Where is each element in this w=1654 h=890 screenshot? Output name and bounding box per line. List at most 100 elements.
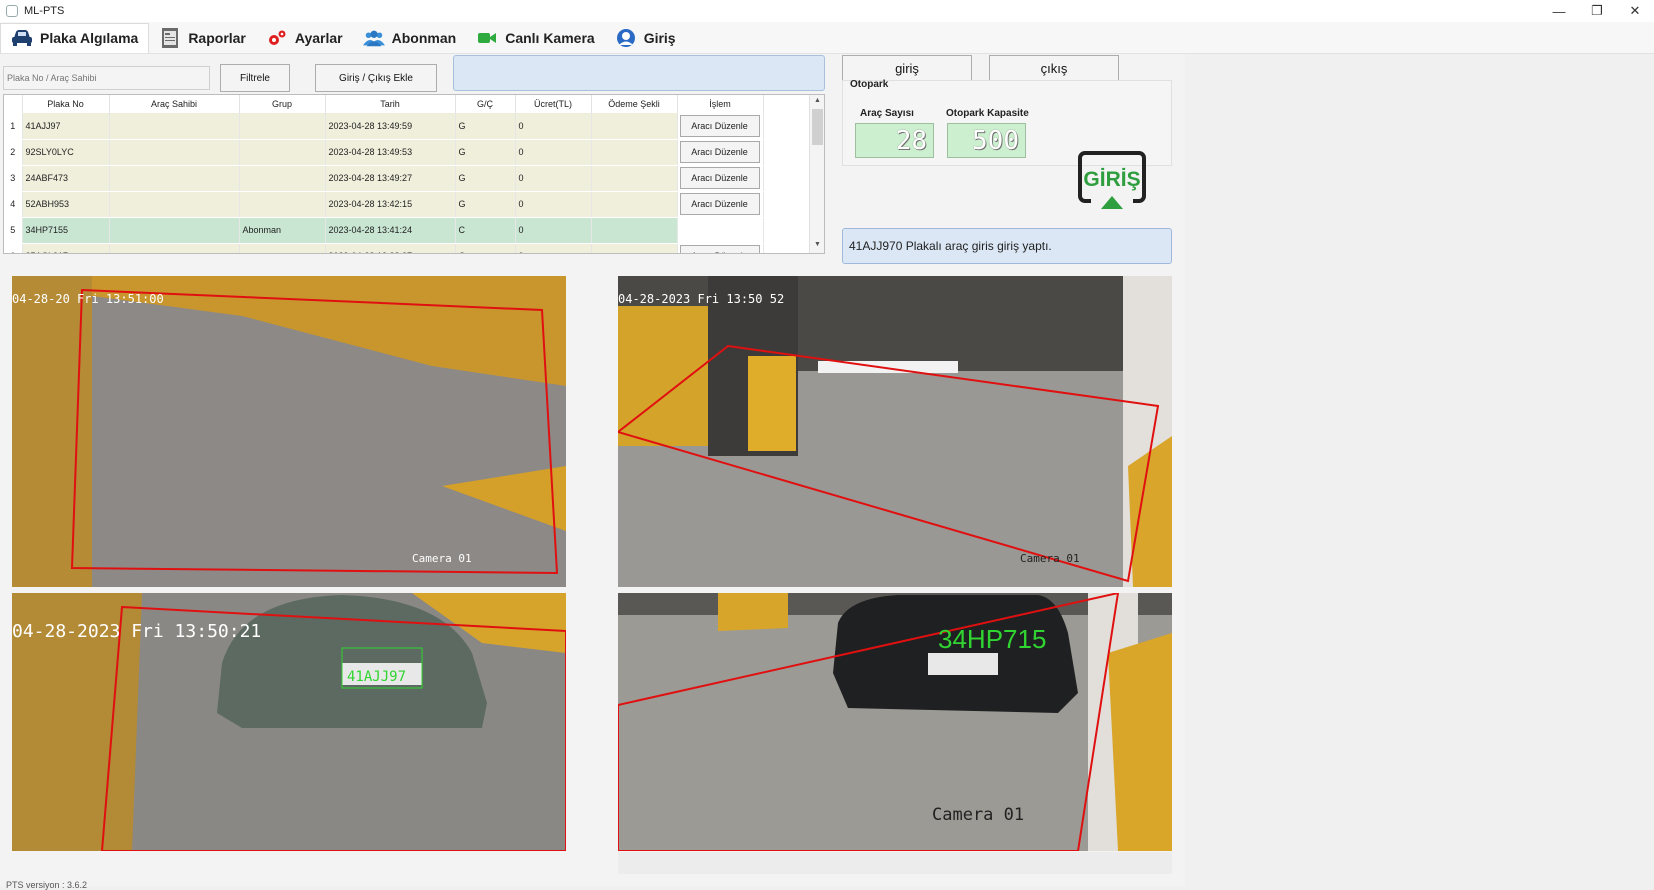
tab-raporlar[interactable]: Raporlar: [149, 23, 256, 53]
tab-ayarlar[interactable]: Ayarlar: [256, 23, 353, 53]
action-cell: Aracı Düzenle: [677, 113, 764, 140]
edit-vehicle-button[interactable]: Aracı Düzenle: [679, 114, 760, 137]
direction-cell: G: [455, 165, 516, 192]
table-row-subscriber[interactable]: 5 34HP7155 Abonman 2023-04-28 13:41:24 C…: [4, 217, 764, 244]
capacity-display: 500: [947, 123, 1026, 158]
scrollbar-thumb[interactable]: [812, 109, 823, 145]
action-cell: Aracı Düzenle: [677, 165, 764, 192]
add-entry-exit-button[interactable]: Giriş / Çıkış Ekle: [315, 64, 437, 92]
payment-cell: [591, 191, 678, 218]
plate-cell: 24ABF473: [22, 165, 110, 192]
minimize-button[interactable]: —: [1540, 0, 1578, 22]
title-bar: ML-PTS — ❐ ✕: [0, 0, 1654, 22]
plate-cell: 25ACL317: [22, 243, 110, 253]
scroll-up-icon[interactable]: ▲: [810, 97, 824, 109]
payment-cell: [591, 139, 678, 166]
table-row[interactable]: 2 92SLY0LYC 2023-04-28 13:49:53 G 0 Arac…: [4, 139, 764, 166]
column-header[interactable]: G/Ç: [455, 95, 516, 113]
column-header[interactable]: Ödeme Şekli: [591, 95, 678, 113]
row-number: 4: [4, 191, 23, 218]
column-header[interactable]: Tarih: [325, 95, 456, 113]
date-cell: 2023-04-28 13:49:53: [325, 139, 456, 166]
row-number: 3: [4, 165, 23, 192]
date-cell: 2023-04-28 13:49:59: [325, 113, 456, 140]
date-cell: 2023-04-28 13:28:27: [325, 243, 456, 253]
action-cell: Aracı Düzenle: [677, 139, 764, 166]
owner-cell: [109, 191, 240, 218]
date-cell: 2023-04-28 13:41:24: [325, 217, 456, 244]
tab-label: Canlı Kamera: [505, 29, 595, 46]
entry-button[interactable]: giriş: [842, 55, 972, 82]
owner-cell: [109, 139, 240, 166]
table-row[interactable]: 3 24ABF473 2023-04-28 13:49:27 G 0 Aracı…: [4, 165, 764, 192]
direction-cell: G: [455, 243, 516, 253]
info-box: [453, 55, 825, 91]
group-cell: [239, 191, 326, 218]
payment-cell: [591, 113, 678, 140]
camera-timestamp: 04-28-2023 Fri 13:50 52: [618, 292, 784, 306]
exit-button[interactable]: çıkış: [989, 55, 1119, 82]
table-row[interactable]: 6 25ACL317 2023-04-28 13:28:27 G 0 Aracı…: [4, 243, 764, 253]
tab-abonman[interactable]: Abonman: [353, 23, 467, 53]
edit-vehicle-button[interactable]: Aracı Düzenle: [679, 193, 760, 215]
payment-cell: [591, 217, 678, 244]
table-row[interactable]: 4 52ABH953 2023-04-28 13:42:15 G 0 Aracı…: [4, 191, 764, 218]
tab-giris[interactable]: Giriş: [605, 23, 686, 53]
camera-feed-3: 04-28-2023 Fri 13:50:21 41AJJ97: [12, 593, 566, 851]
scroll-down-icon[interactable]: ▼: [810, 241, 824, 253]
tab-plaka-algilama[interactable]: Plaka Algılama: [0, 22, 150, 53]
camera-timestamp: 04-28-20 Fri 13:51:00: [12, 292, 164, 306]
window-controls: — ❐ ✕: [1540, 0, 1654, 22]
close-button[interactable]: ✕: [1616, 0, 1654, 22]
users-icon: [362, 28, 385, 48]
payment-cell: [591, 243, 678, 253]
maximize-button[interactable]: ❐: [1578, 0, 1616, 22]
plate-cell: 92SLY0LYC: [22, 139, 110, 166]
main-menu: Plaka Algılama Raporlar Ayarlar Abonman …: [0, 22, 1654, 54]
capacity-label: Otopark Kapasite: [946, 108, 1029, 119]
column-header[interactable]: İşlem: [677, 95, 764, 113]
column-header[interactable]: Plaka No: [22, 95, 110, 113]
owner-cell: [109, 113, 240, 140]
tab-canli-kamera[interactable]: Canlı Kamera: [466, 23, 604, 53]
search-input[interactable]: [3, 66, 210, 90]
detected-plate: 41AJJ97: [347, 669, 406, 685]
row-number: 5: [4, 217, 23, 244]
version-label: PTS versiyon : 3.6.2: [6, 880, 88, 890]
column-header[interactable]: Araç Sahibi: [109, 95, 240, 113]
fee-cell: 0: [515, 139, 592, 166]
group-cell: Abonman: [239, 217, 326, 244]
entry-logo-text: GİRİŞ: [1083, 168, 1140, 191]
user-icon: [615, 28, 637, 48]
app-icon: [6, 5, 18, 17]
records-table: Plaka No Araç Sahibi Grup Tarih G/Ç Ücre…: [3, 94, 825, 254]
owner-cell: [109, 243, 240, 253]
filter-button[interactable]: Filtrele: [220, 64, 290, 92]
fee-cell: 0: [515, 113, 592, 140]
action-cell: [677, 217, 764, 244]
edit-vehicle-button[interactable]: Aracı Düzenle: [679, 245, 760, 253]
tab-label: Abonman: [391, 29, 457, 46]
column-header[interactable]: Ücret(TL): [515, 95, 592, 113]
edit-vehicle-button[interactable]: Aracı Düzenle: [679, 141, 760, 163]
tab-label: Giriş: [643, 29, 676, 46]
table-scrollbar[interactable]: ▲ ▼: [809, 95, 824, 253]
table-row[interactable]: 1 41AJJ97 2023-04-28 13:49:59 G 0 Aracı …: [4, 113, 764, 140]
tab-label: Ayarlar: [294, 29, 343, 46]
direction-cell: G: [455, 139, 516, 166]
camera-icon: [476, 28, 498, 48]
direction-cell: C: [455, 217, 516, 244]
camera-feed-4: 34HP715 Camera 01: [618, 593, 1172, 851]
fee-cell: 0: [515, 217, 592, 244]
group-cell: [239, 113, 326, 140]
row-number: 1: [4, 113, 23, 140]
detected-plate: 34HP715: [938, 624, 1046, 654]
column-header[interactable]: Grup: [239, 95, 326, 113]
group-cell: [239, 139, 326, 166]
camera-info-bar: [618, 852, 1172, 874]
action-cell: Aracı Düzenle: [677, 191, 764, 218]
direction-cell: G: [455, 191, 516, 218]
row-number-header: [4, 95, 23, 113]
tab-label: Plaka Algılama: [40, 30, 139, 46]
edit-vehicle-button[interactable]: Aracı Düzenle: [679, 167, 760, 189]
